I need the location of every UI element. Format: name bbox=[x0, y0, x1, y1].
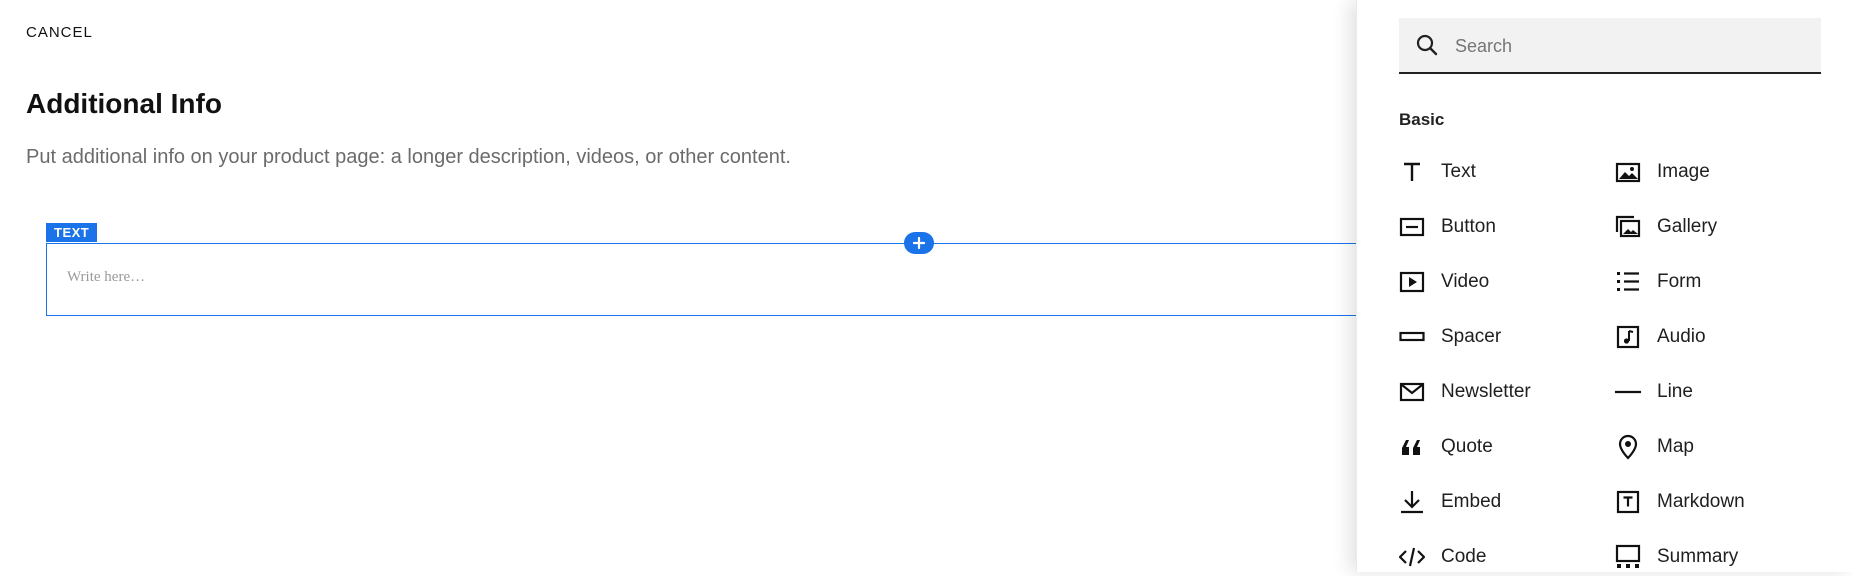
section-label-basic: Basic bbox=[1399, 110, 1445, 129]
block-type-badge: TEXT bbox=[46, 223, 98, 242]
block-item-label: Gallery bbox=[1657, 216, 1718, 237]
line-icon bbox=[1615, 390, 1641, 394]
block-item-label: Summary bbox=[1657, 546, 1739, 567]
block-item-line[interactable]: Line bbox=[1615, 371, 1815, 411]
block-item-quote[interactable]: Quote bbox=[1399, 426, 1599, 466]
plus-icon bbox=[913, 237, 925, 249]
block-item-label: Image bbox=[1657, 161, 1710, 182]
block-item-code[interactable]: Code bbox=[1399, 536, 1599, 576]
block-item-label: Embed bbox=[1441, 491, 1502, 512]
block-item-label: Quote bbox=[1441, 436, 1493, 457]
block-item-image[interactable]: Image bbox=[1615, 151, 1815, 191]
block-item-map[interactable]: Map bbox=[1615, 426, 1815, 466]
cancel-button[interactable]: CANCEL bbox=[26, 24, 93, 41]
block-item-label: Text bbox=[1441, 161, 1476, 182]
block-picker-panel: Basic Text Image Button Gallery bbox=[1356, 0, 1852, 572]
page-subtitle: Put additional info on your product page… bbox=[26, 146, 791, 168]
code-icon bbox=[1399, 547, 1425, 567]
block-item-text[interactable]: Text bbox=[1399, 151, 1599, 191]
text-block-placeholder[interactable]: Write here… bbox=[67, 269, 145, 286]
block-item-label: Form bbox=[1657, 271, 1702, 292]
map-pin-icon bbox=[1618, 434, 1638, 460]
block-item-summary[interactable]: Summary bbox=[1615, 536, 1815, 576]
block-item-audio[interactable]: Audio bbox=[1615, 316, 1815, 356]
search-input[interactable] bbox=[1453, 18, 1807, 74]
block-item-embed[interactable]: Embed bbox=[1399, 481, 1599, 521]
page-title: Additional Info bbox=[26, 88, 222, 119]
block-item-label: Spacer bbox=[1441, 326, 1502, 347]
spacer-icon bbox=[1399, 331, 1425, 342]
newsletter-icon bbox=[1399, 382, 1425, 402]
search-box[interactable] bbox=[1399, 18, 1821, 74]
block-item-label: Map bbox=[1657, 436, 1694, 457]
button-icon bbox=[1399, 217, 1425, 237]
image-icon bbox=[1615, 162, 1641, 183]
block-item-gallery[interactable]: Gallery bbox=[1615, 206, 1815, 246]
block-item-label: Newsletter bbox=[1441, 381, 1531, 402]
block-item-form[interactable]: Form bbox=[1615, 261, 1815, 301]
block-item-label: Code bbox=[1441, 546, 1487, 567]
block-item-label: Audio bbox=[1657, 326, 1706, 347]
text-block[interactable]: Write here… bbox=[46, 243, 1356, 316]
block-item-label: Button bbox=[1441, 216, 1496, 237]
form-icon bbox=[1617, 272, 1639, 291]
block-item-spacer[interactable]: Spacer bbox=[1399, 316, 1599, 356]
quote-icon bbox=[1402, 440, 1420, 455]
text-icon bbox=[1404, 162, 1420, 181]
block-item-markdown[interactable]: Markdown bbox=[1615, 481, 1815, 521]
markdown-icon bbox=[1616, 490, 1640, 514]
block-item-label: Line bbox=[1657, 381, 1693, 402]
block-item-newsletter[interactable]: Newsletter bbox=[1399, 371, 1599, 411]
summary-icon bbox=[1615, 544, 1641, 568]
block-item-label: Video bbox=[1441, 271, 1490, 292]
audio-icon bbox=[1616, 325, 1640, 349]
block-item-label: Markdown bbox=[1657, 491, 1745, 512]
video-icon bbox=[1399, 271, 1425, 293]
block-item-video[interactable]: Video bbox=[1399, 261, 1599, 301]
embed-icon bbox=[1401, 491, 1423, 514]
gallery-icon bbox=[1615, 215, 1641, 238]
block-item-button[interactable]: Button bbox=[1399, 206, 1599, 246]
search-icon bbox=[1416, 34, 1438, 56]
add-block-button[interactable] bbox=[904, 232, 934, 254]
